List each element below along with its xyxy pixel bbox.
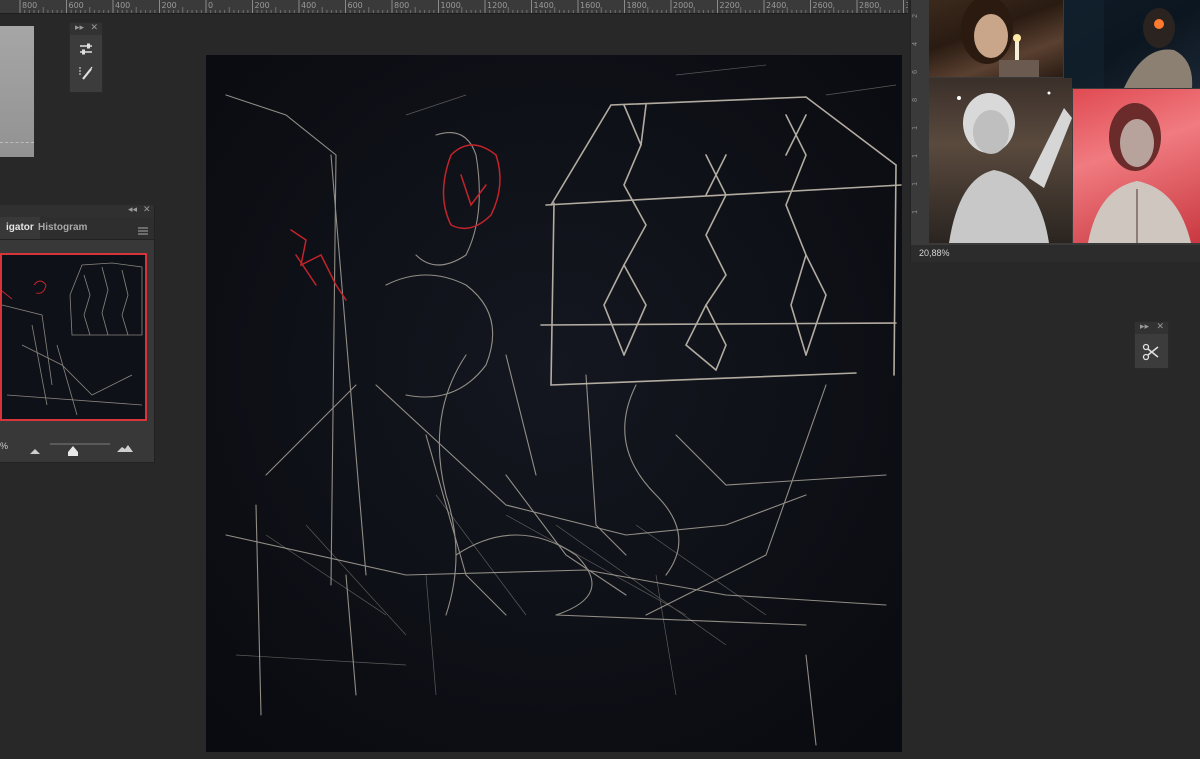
ruler-label: 2400: [766, 1, 787, 10]
ruler-label: 0: [208, 1, 214, 10]
thumbnail-sketch: [1, 262, 143, 416]
photo-man-cigarette: [1064, 0, 1193, 88]
reference-photo-1[interactable]: [929, 0, 1063, 77]
vertical-ruler: 2 4 6 8 1 1 1 1: [911, 0, 927, 245]
reference-photo-4[interactable]: [1073, 89, 1200, 243]
tool-panel-adjustments: ▸▸ ✕: [69, 22, 103, 93]
ruler-label: 1200: [487, 1, 508, 10]
navigator-thumbnail[interactable]: [0, 253, 147, 421]
ruler-label: 2200: [719, 1, 740, 10]
panel-tabs: igator Histogram: [0, 217, 154, 240]
ruler-label: 800: [22, 1, 38, 10]
reference-photo-2[interactable]: [1064, 0, 1200, 88]
ruler-label: 200: [254, 1, 270, 10]
collapse-icon[interactable]: ▸▸: [1140, 321, 1149, 332]
ruler-label: 1000: [440, 1, 461, 10]
ruler-label: 400: [115, 1, 131, 10]
swatch-divider: [0, 142, 34, 143]
ruler-label: 600: [347, 1, 363, 10]
ruler-label: 800: [394, 1, 410, 10]
ruler-label: 8: [912, 98, 919, 102]
reference-panel: 2 4 6 8 1 1 1 1 20,88%: [910, 0, 1200, 262]
ruler-label: 4: [912, 42, 919, 46]
close-icon[interactable]: ✕: [1156, 321, 1164, 332]
photo-woman-statue-grey: [949, 91, 1072, 243]
ruler-label: 3: [906, 1, 909, 10]
ruler-label: 1: [912, 154, 919, 158]
ruler-label: 1400: [533, 1, 554, 10]
navigator-panel: ◂◂ ✕ igator Histogram %: [0, 204, 155, 463]
ruler-label: 1: [912, 210, 919, 214]
panel-menu-icon[interactable]: [138, 222, 148, 240]
document-canvas[interactable]: [206, 55, 902, 752]
sketch-artwork: [206, 55, 902, 752]
ruler-label: 2600: [812, 1, 833, 10]
ruler-label: 600: [68, 1, 84, 10]
reference-zoom-readout[interactable]: 20,88%: [919, 248, 950, 258]
collapse-icon[interactable]: ◂◂: [128, 204, 137, 215]
reference-status-bar: 20,88%: [911, 245, 1200, 262]
ruler-label: 200: [161, 1, 177, 10]
panel-header[interactable]: ▸▸ ✕: [1135, 321, 1168, 334]
ruler-label: 1800: [626, 1, 647, 10]
ruler-label: 2: [912, 14, 919, 18]
horizontal-ruler: 800 600 400 200 0 200 400 600 800 1000 1200 1400 160…: [0, 0, 908, 14]
collapse-icon[interactable]: ▸▸: [75, 22, 84, 33]
ruler-label: 2800: [859, 1, 880, 10]
ruler-label: 1: [912, 126, 919, 130]
tool-scissors-icon[interactable]: [1137, 340, 1165, 364]
zoom-slider-track[interactable]: [50, 443, 110, 445]
ruler-label: 1: [912, 182, 919, 186]
reference-photo-3[interactable]: [929, 78, 1072, 243]
ruler-label: 1600: [580, 1, 601, 10]
ruler-label: 6: [912, 70, 919, 74]
zoom-slider-handle[interactable]: [68, 443, 78, 461]
swatch-preview: [0, 26, 34, 157]
close-icon[interactable]: ✕: [143, 204, 151, 215]
brush-presets-icon[interactable]: [72, 61, 100, 85]
zoom-bar: %: [0, 433, 154, 459]
zoom-value[interactable]: %: [0, 441, 8, 451]
close-icon[interactable]: ✕: [90, 22, 98, 33]
panel-header[interactable]: ◂◂ ✕: [0, 204, 154, 217]
zoom-out-icon[interactable]: [30, 441, 40, 459]
photo-woman-lighting: [961, 0, 1039, 77]
ruler-label: 400: [301, 1, 317, 10]
adjustments-icon[interactable]: [72, 37, 100, 61]
ruler-label: 2000: [673, 1, 694, 10]
panel-header[interactable]: ▸▸ ✕: [70, 22, 102, 35]
tab-histogram[interactable]: Histogram: [32, 217, 93, 239]
photo-woman-statue-red: [1088, 103, 1191, 243]
zoom-in-icon[interactable]: [117, 439, 133, 457]
tool-panel-tools: ▸▸ ✕: [1134, 321, 1169, 369]
